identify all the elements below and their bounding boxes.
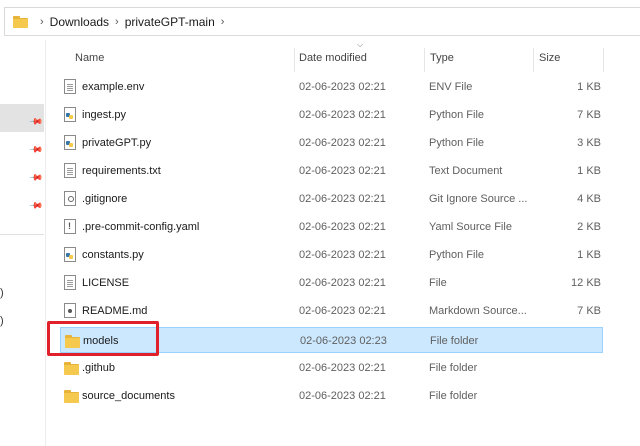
file-name: source_documents [82, 390, 175, 402]
file-date: 02-06-2023 02:23 [300, 335, 387, 347]
file-date: 02-06-2023 02:21 [299, 165, 386, 177]
file-size: 2 KB [577, 221, 601, 233]
chevron-right-icon: › [40, 15, 44, 28]
chevron-right-icon[interactable]: › [221, 16, 225, 28]
file-date: 02-06-2023 02:21 [299, 193, 386, 205]
column-name[interactable]: Name [75, 52, 104, 64]
file-size: 12 KB [571, 277, 601, 289]
file-type: Python File [429, 137, 485, 149]
file-type: File folder [430, 335, 479, 347]
file-name: .pre-commit-config.yaml [82, 221, 200, 233]
sort-chevron-icon: ⌵ [357, 40, 364, 49]
file-row-pre-commit-config-yaml[interactable]: .pre-commit-config.yaml 02-06-2023 02:21… [60, 214, 603, 240]
breadcrumb-downloads[interactable]: Downloads [50, 15, 109, 29]
folder-icon [64, 390, 79, 403]
file-type: Text Document [429, 165, 503, 177]
file-size: 1 KB [577, 249, 601, 261]
file-date: 02-06-2023 02:21 [299, 362, 386, 374]
column-type[interactable]: Type [430, 52, 454, 64]
pin-icon[interactable]: 📌 [29, 198, 44, 213]
file-size: 1 KB [577, 81, 601, 93]
blank-file-icon [64, 275, 76, 290]
navigation-pane[interactable]: 📌 📌 📌 📌 ) ) [0, 40, 46, 446]
file-type: Markdown Source... [429, 305, 527, 317]
nav-item-fragment[interactable]: ) [0, 315, 4, 327]
file-type: File folder [429, 390, 478, 402]
column-divider[interactable] [603, 48, 604, 72]
chevron-right-icon: › [115, 15, 119, 28]
file-row-example-env[interactable]: example.env 02-06-2023 02:21 ENV File 1 … [60, 74, 603, 100]
file-date: 02-06-2023 02:21 [299, 221, 386, 233]
markdown-file-icon [64, 303, 76, 318]
file-name: privateGPT.py [82, 137, 152, 149]
file-row-requirements-txt[interactable]: requirements.txt 02-06-2023 02:21 Text D… [60, 158, 603, 184]
file-row-gitignore[interactable]: .gitignore 02-06-2023 02:21 Git Ignore S… [60, 186, 603, 212]
pin-icon[interactable]: 📌 [29, 170, 44, 185]
column-size[interactable]: Size [539, 52, 560, 64]
file-name: .github [82, 362, 116, 374]
file-date: 02-06-2023 02:21 [299, 81, 386, 93]
file-size: 7 KB [577, 305, 601, 317]
file-date: 02-06-2023 02:21 [299, 109, 386, 121]
address-bar[interactable]: › Downloads › privateGPT-main › [4, 7, 640, 36]
file-name: requirements.txt [82, 165, 161, 177]
file-row-github[interactable]: .github 02-06-2023 02:21 File folder [60, 355, 603, 381]
column-date-modified[interactable]: Date modified [299, 52, 367, 64]
column-divider[interactable] [294, 48, 295, 72]
file-row-constants-py[interactable]: constants.py 02-06-2023 02:21 Python Fil… [60, 242, 603, 268]
file-type: Yaml Source File [429, 221, 512, 233]
python-file-icon [64, 135, 76, 150]
pin-icon[interactable]: 📌 [29, 142, 44, 157]
highlight-annotation-box [47, 321, 159, 356]
file-name: README.md [82, 305, 148, 317]
file-row-ingest-py[interactable]: ingest.py 02-06-2023 02:21 Python File 7… [60, 102, 603, 128]
file-row-source-documents[interactable]: source_documents 02-06-2023 02:21 File f… [60, 383, 603, 409]
file-size: 3 KB [577, 137, 601, 149]
file-date: 02-06-2023 02:21 [299, 390, 386, 402]
file-type: File folder [429, 362, 478, 374]
file-name: constants.py [82, 249, 144, 261]
gitignore-file-icon [64, 191, 76, 206]
breadcrumb-privategpt-main[interactable]: privateGPT-main [125, 15, 215, 29]
column-divider[interactable] [533, 48, 534, 72]
file-type: Python File [429, 249, 485, 261]
file-name: ingest.py [82, 109, 127, 121]
file-date: 02-06-2023 02:21 [299, 277, 386, 289]
yaml-file-icon [64, 219, 76, 234]
file-name: example.env [82, 81, 145, 93]
python-file-icon [64, 247, 76, 262]
file-date: 02-06-2023 02:21 [299, 249, 386, 261]
file-date: 02-06-2023 02:21 [299, 137, 386, 149]
text-file-icon [64, 163, 76, 178]
file-row-privategpt-py[interactable]: privateGPT.py 02-06-2023 02:21 Python Fi… [60, 130, 603, 156]
file-size: 7 KB [577, 109, 601, 121]
file-type: Git Ignore Source ... [429, 193, 528, 205]
folder-icon [13, 15, 28, 28]
file-size: 4 KB [577, 193, 601, 205]
file-row-license[interactable]: LICENSE 02-06-2023 02:21 File 12 KB [60, 270, 603, 296]
python-file-icon [64, 107, 76, 122]
nav-item-fragment[interactable]: ) [0, 287, 4, 299]
file-date: 02-06-2023 02:21 [299, 305, 386, 317]
file-type: ENV File [429, 81, 473, 93]
text-file-icon [64, 79, 76, 94]
file-type: File [429, 277, 447, 289]
file-type: Python File [429, 109, 485, 121]
column-header: Name ⌵ Date modified Type Size [46, 40, 640, 72]
file-size: 1 KB [577, 165, 601, 177]
column-divider[interactable] [424, 48, 425, 72]
file-name: LICENSE [82, 277, 130, 289]
nav-divider [0, 234, 44, 235]
file-name: .gitignore [82, 193, 128, 205]
folder-icon [64, 362, 79, 375]
